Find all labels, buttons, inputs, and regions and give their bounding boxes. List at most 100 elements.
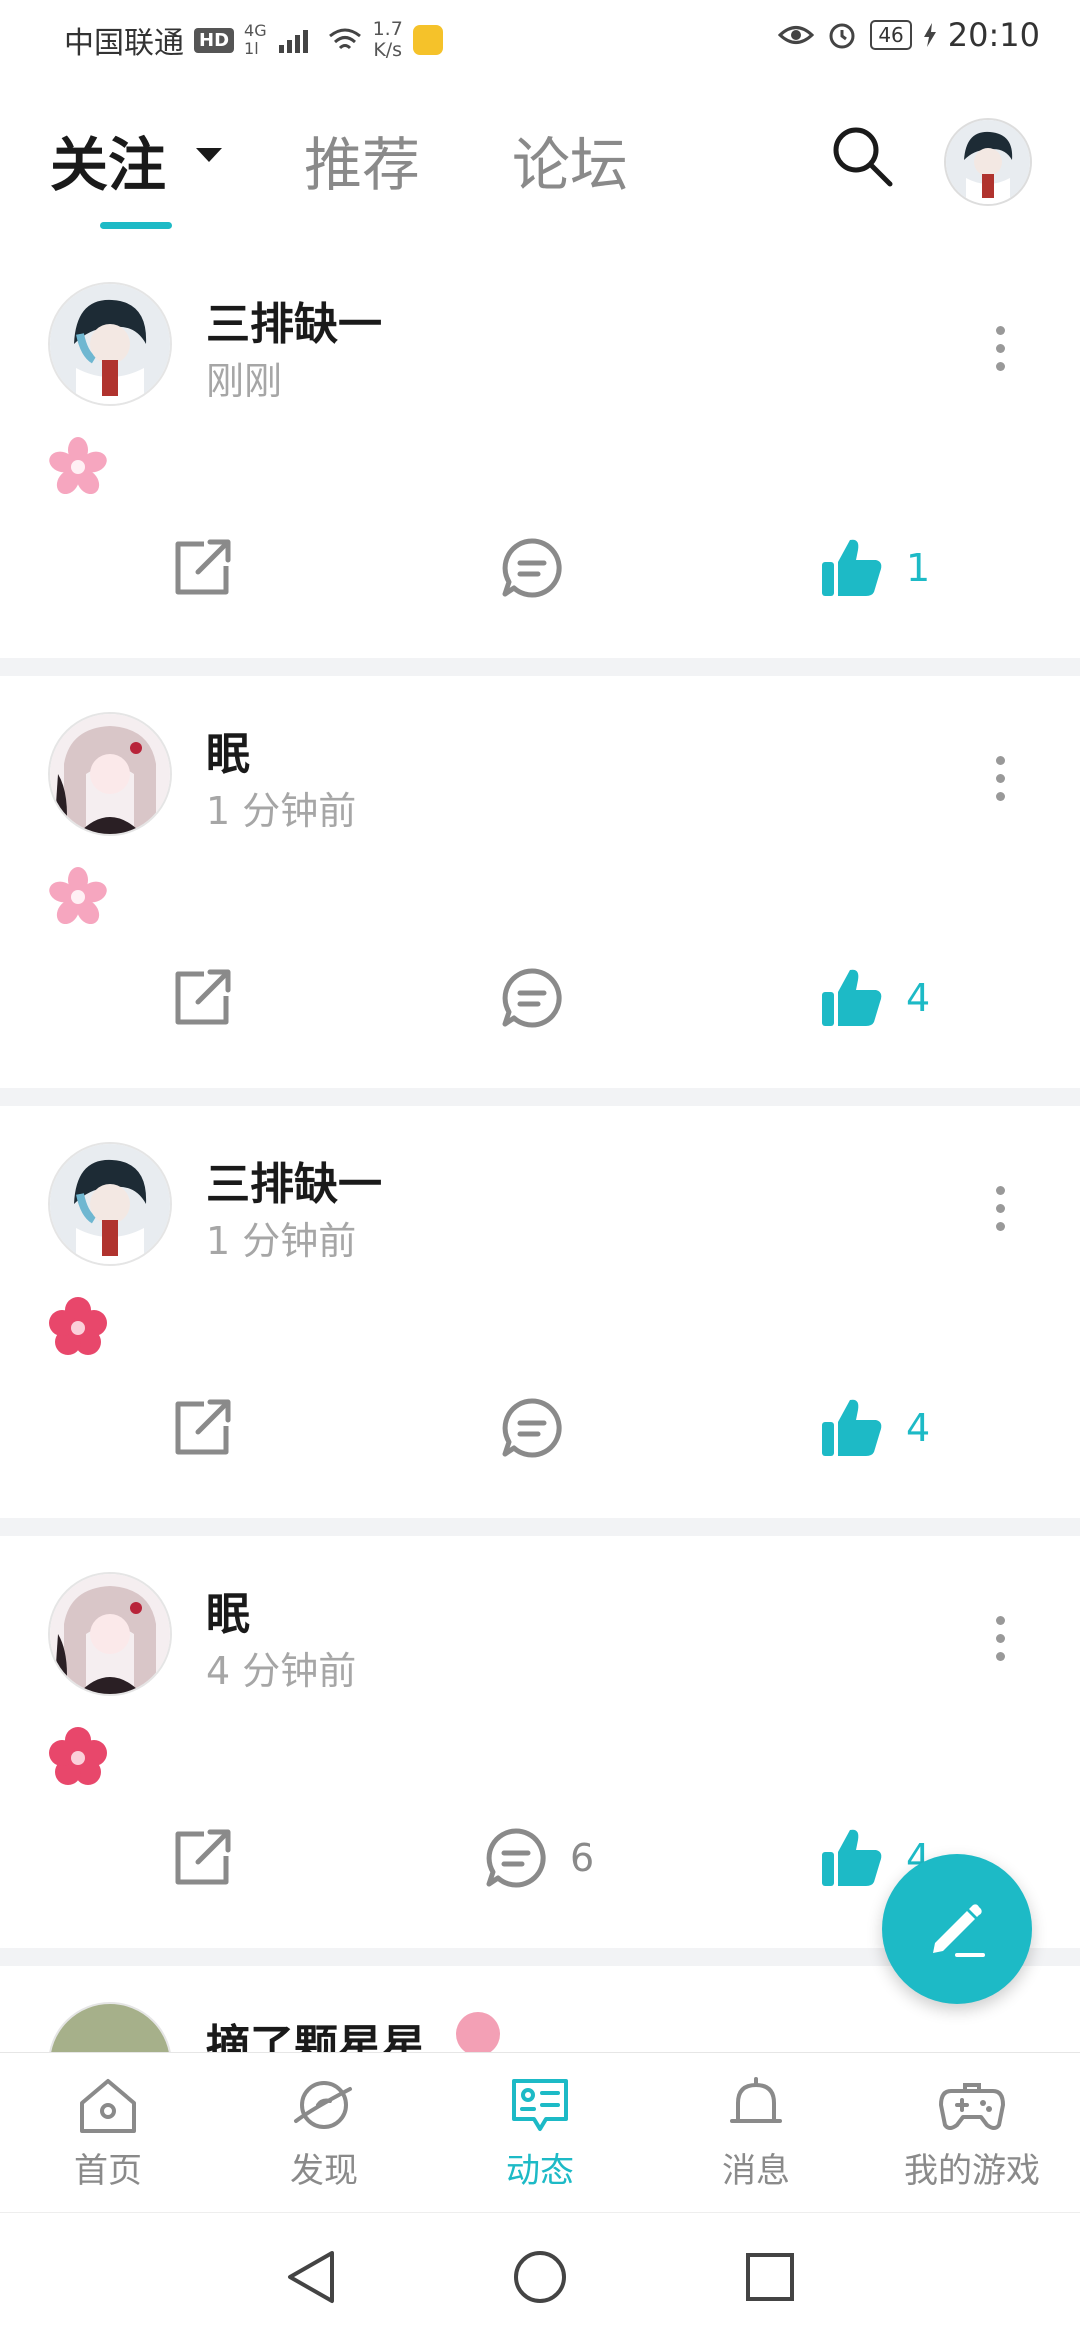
status-left: 中国联通 HD 4G 1l 1.7 K/s [64,18,443,62]
post-author-name[interactable]: 眠 [206,718,250,782]
post-avatar[interactable] [48,1142,172,1266]
nav-messages[interactable]: 消息 [648,2075,864,2192]
comment-button[interactable] [500,1396,564,1460]
recents-square-icon[interactable] [742,2247,798,2307]
edit-pen-icon [933,1904,985,1957]
sakura-emoji [49,867,107,925]
post-timestamp: 1 分钟前 [206,1219,357,1263]
post-avatar[interactable] [48,712,172,836]
bottom-navigation: 首页 发现 动态 消息 我的游戏 [0,2052,1080,2213]
search-icon[interactable] [830,124,894,188]
comment-button[interactable]: 6 [484,1826,594,1890]
like-button[interactable]: 1 [820,536,930,600]
comment-icon [502,1398,562,1458]
share-icon [175,539,231,595]
discover-icon [294,2081,352,2129]
post-author-name[interactable]: 眠 [206,1578,250,1642]
avatar-image [50,714,170,834]
share-icon [175,1829,231,1885]
user-badge-icon [456,2012,500,2056]
nav-my-games[interactable]: 我的游戏 [864,2075,1080,2192]
compose-post-button[interactable] [882,1854,1032,2004]
post-card[interactable]: 三排缺一 刚刚 1 [0,246,1080,658]
status-right: 46 20:10 [778,16,1040,54]
share-button[interactable] [170,536,234,600]
back-triangle-icon[interactable] [282,2247,338,2307]
app-notification-icon [412,25,443,55]
post-card[interactable]: 三排缺一 1 分钟前 4 [0,1106,1080,1518]
post-author-name[interactable]: 三排缺一 [206,1148,382,1212]
thumbs-up-icon [822,539,882,596]
sakura-emoji [49,437,107,495]
avatar-image [50,1574,170,1694]
nav-label: 首页 [74,2151,142,2191]
like-button[interactable]: 4 [820,966,930,1030]
status-bar: 中国联通 HD 4G 1l 1.7 K/s 46 20:10 [0,0,1080,78]
system-navigation-bar [0,2212,1080,2341]
more-vert-icon[interactable] [996,1616,1010,1670]
clock: 20:10 [947,16,1040,54]
share-icon [175,969,231,1025]
more-vert-icon[interactable] [996,1186,1010,1240]
nav-feed[interactable]: 动态 [432,2075,648,2192]
top-header: 关注 推荐 论坛 [0,78,1080,246]
charging-icon [923,23,936,47]
share-button[interactable] [170,966,234,1030]
post-timestamp: 4 分钟前 [206,1649,357,1693]
post-timestamp: 1 分钟前 [206,789,357,833]
battery-indicator: 46 [870,20,912,50]
comment-button[interactable] [500,966,564,1030]
post-timestamp: 刚刚 [206,359,283,403]
post-actions: 4 [0,1396,1080,1486]
post-avatar[interactable] [48,1572,172,1696]
user-avatar[interactable] [944,118,1032,206]
nav-label: 发现 [290,2151,358,2191]
avatar-image [50,284,170,404]
nav-label: 动态 [506,2151,574,2191]
like-count: 1 [906,546,931,590]
gamepad-icon [939,2083,1005,2130]
like-count: 4 [906,976,931,1020]
comment-icon [502,968,562,1028]
caret-down-icon[interactable] [196,148,222,164]
comment-button[interactable] [500,536,564,600]
share-button[interactable] [170,1826,234,1890]
hd-badge: HD [194,27,235,53]
more-vert-icon[interactable] [996,756,1010,810]
feed-icon [512,2079,568,2131]
bell-icon [730,2077,782,2123]
hibiscus-emoji [49,1727,107,1785]
post-avatar[interactable] [48,282,172,406]
post-actions: 4 [0,966,1080,1056]
net-speed: 1.7 K/s [372,18,403,61]
tab-recommend[interactable]: 推荐 [304,118,420,202]
eye-icon [778,26,815,44]
thumbs-up-icon [822,1399,882,1456]
nav-home[interactable]: 首页 [0,2075,216,2192]
comment-count: 6 [570,1836,595,1880]
share-icon [175,1399,231,1455]
home-circle-icon[interactable] [510,2247,570,2307]
alarm-icon [829,23,855,49]
more-vert-icon[interactable] [996,326,1010,380]
network-type: 4G 1l [244,21,267,58]
tab-forum[interactable]: 论坛 [512,118,628,202]
post-author-name[interactable]: 三排缺一 [206,288,382,352]
nav-label: 消息 [722,2151,790,2191]
post-actions: 1 [0,536,1080,626]
tab-follow[interactable]: 关注 [50,118,166,202]
avatar-image [50,1144,170,1264]
share-button[interactable] [170,1396,234,1460]
like-count: 4 [906,1406,931,1450]
thumbs-up-icon [822,969,882,1026]
wifi-icon [328,28,361,50]
nav-discover[interactable]: 发现 [216,2075,432,2192]
post-card[interactable]: 眠 1 分钟前 4 [0,676,1080,1088]
like-button[interactable]: 4 [820,1396,930,1460]
hibiscus-emoji [49,1297,107,1355]
avatar-image [946,120,1030,204]
comment-icon [502,538,562,598]
home-icon [80,2079,136,2133]
carrier-label: 中国联通 [64,26,184,61]
thumbs-up-icon [822,1829,882,1886]
